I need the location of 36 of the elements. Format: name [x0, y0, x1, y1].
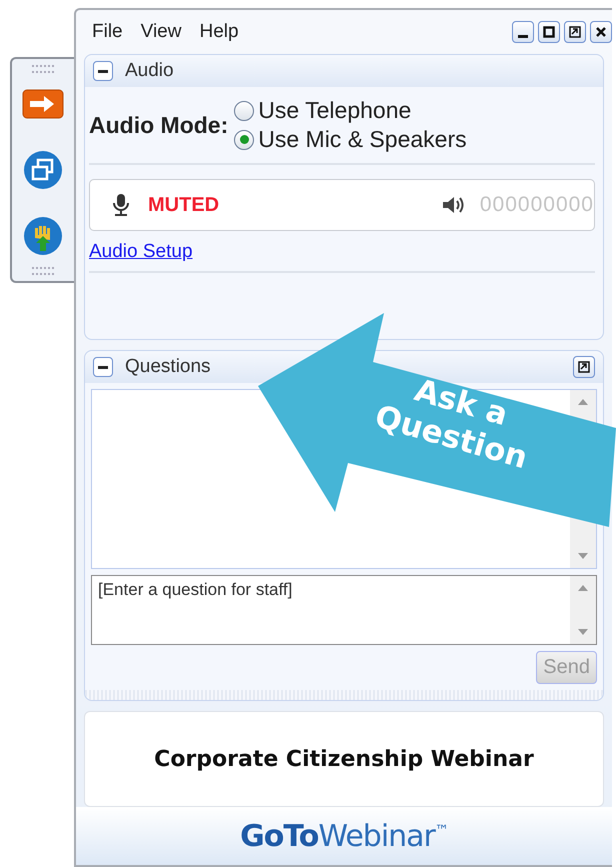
menu-item[interactable]: Help — [199, 21, 239, 43]
popout-icon — [578, 361, 590, 373]
scroll-up-icon[interactable] — [577, 398, 589, 406]
audio-mode-label: Audio Mode: — [89, 112, 228, 138]
audio-setup-link[interactable]: Audio Setup — [89, 241, 193, 262]
webinar-title: Corporate Citizenship Webinar — [154, 746, 534, 772]
scroll-up-icon[interactable] — [577, 584, 589, 592]
panel-title: Questions — [125, 356, 211, 378]
collapse-button[interactable] — [93, 357, 113, 377]
scroll-down-icon[interactable] — [577, 628, 589, 636]
panel-title: Audio — [125, 60, 174, 82]
windows-icon[interactable] — [21, 148, 65, 192]
collapse-button[interactable] — [93, 61, 113, 81]
radio-option[interactable]: Use Mic & Speakers — [234, 126, 467, 153]
speaker-level-reading: 000000000 — [480, 193, 594, 217]
minimize-icon — [518, 34, 528, 38]
logo: GoToWebinar$^{™}$ — [240, 818, 448, 854]
microphone-icon — [112, 193, 130, 217]
menu-item[interactable]: View — [140, 21, 182, 43]
speaker-icon — [442, 195, 466, 215]
popout-button[interactable] — [573, 356, 595, 378]
restore-icon — [569, 26, 581, 38]
radio-option[interactable]: Use Telephone — [234, 97, 467, 124]
maximize-button[interactable] — [538, 21, 560, 43]
close-icon — [595, 26, 607, 38]
menu-item[interactable]: File — [92, 21, 123, 43]
grip-icon[interactable] — [32, 65, 54, 73]
mic-status: MUTED — [148, 194, 220, 216]
close-button[interactable] — [590, 21, 612, 43]
resize-grip[interactable] — [85, 690, 603, 700]
grip-icon[interactable] — [32, 267, 54, 275]
scroll-down-icon[interactable] — [577, 552, 589, 560]
raise-hand-icon[interactable] — [21, 214, 65, 258]
maximize-icon — [543, 26, 555, 38]
minimize-button[interactable] — [512, 21, 534, 43]
restore-button[interactable] — [564, 21, 586, 43]
